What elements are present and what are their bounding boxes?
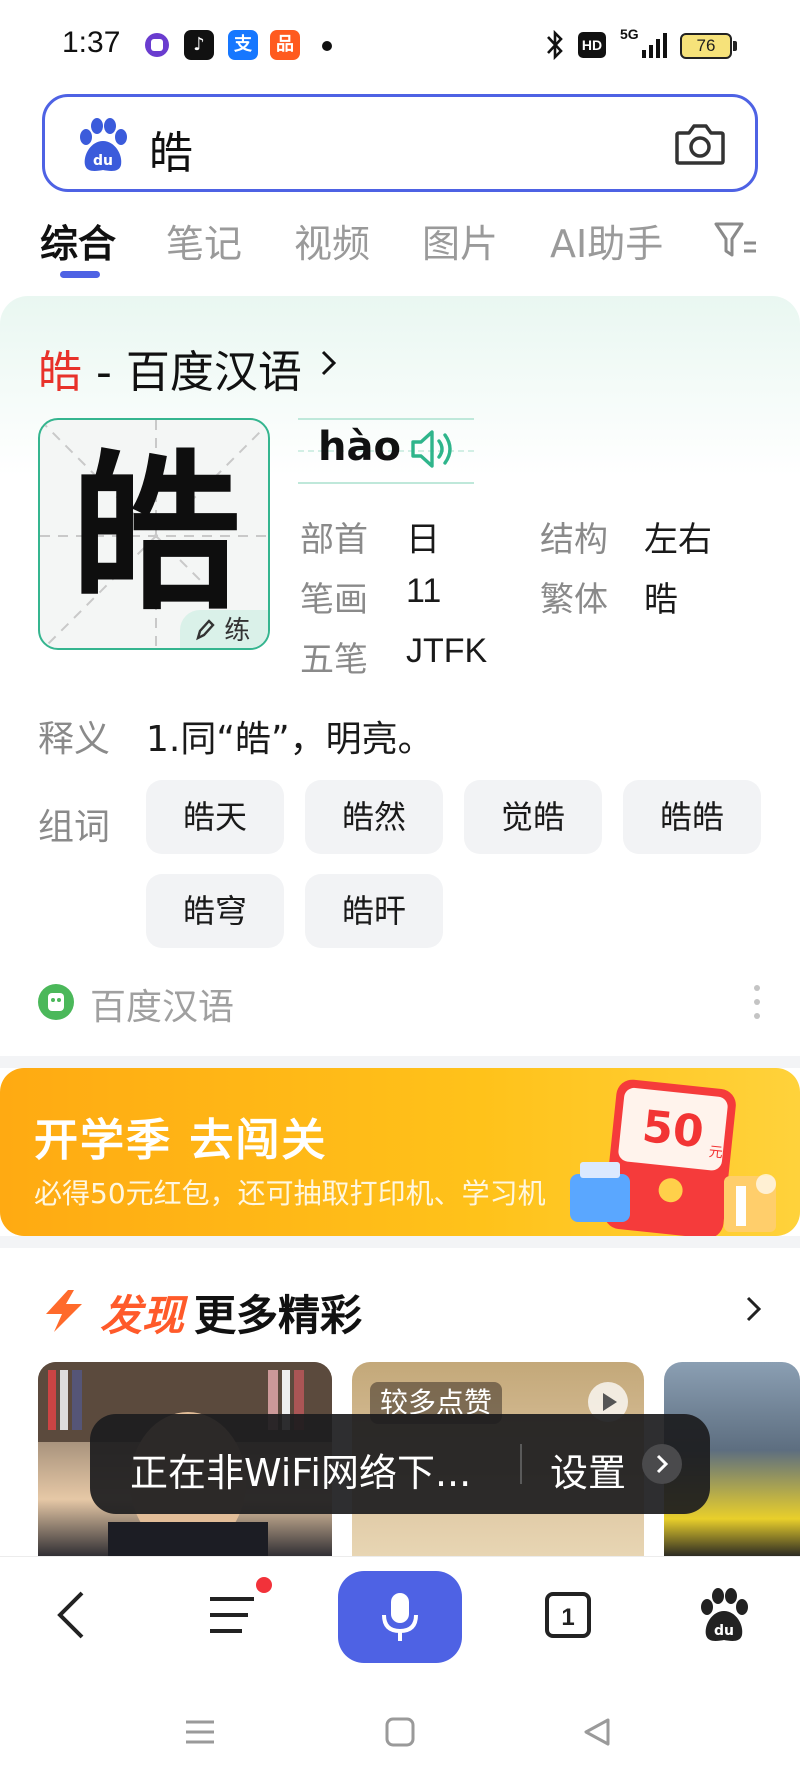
tab-video[interactable]: 视频 [294, 213, 370, 268]
character-writing-box[interactable]: 皓 练 [38, 418, 270, 650]
alipay-icon: 支 [228, 30, 258, 60]
chevron-right-icon[interactable] [744, 1292, 764, 1326]
strokes-value: 11 [406, 572, 442, 610]
meaning-label: 释义 [38, 719, 111, 760]
traditional-label: 繁体 [540, 580, 608, 620]
status-time: 1:37 [62, 26, 121, 59]
filter-icon[interactable] [712, 219, 760, 261]
section-divider [0, 1236, 800, 1248]
tabs-count-icon[interactable]: 1 [538, 1585, 598, 1645]
tab-images[interactable]: 图片 [422, 213, 498, 268]
dictionary-title[interactable]: 皓 - 百度汉语 [38, 336, 302, 400]
hd-badge: HD [578, 32, 606, 58]
battery-tip [733, 41, 737, 51]
lightning-bolt-icon [38, 1288, 88, 1334]
home-icon[interactable] [380, 1712, 420, 1752]
promo-title: 开学季 去闯关 [34, 1115, 328, 1166]
words-label: 组词 [38, 807, 111, 848]
radical-label: 部首 [300, 520, 368, 560]
traditional-value: 晧 [644, 580, 678, 620]
back-icon[interactable] [44, 1585, 104, 1645]
bluetooth-icon [544, 28, 566, 67]
word-chip[interactable]: 皓然 [305, 780, 443, 854]
structure-value: 左右 [644, 520, 712, 560]
recent-apps-icon[interactable] [180, 1712, 220, 1752]
pencil-icon [196, 619, 215, 641]
tab-all[interactable]: 综合 [40, 213, 116, 268]
word-chip[interactable]: 皓穹 [146, 874, 284, 948]
radical-value: 日 [406, 520, 440, 560]
more-vertical-icon[interactable] [752, 980, 762, 1024]
tab-count: 1 [561, 1604, 574, 1631]
search-tabs: 综合 笔记 视频 图片 AI助手 [0, 205, 800, 285]
bottom-toolbar: 1 du [0, 1556, 800, 1676]
meaning-text: 1.同“皓”，明亮。 [146, 719, 434, 760]
baidu-paw-logo-icon: du [73, 115, 133, 175]
baidu-hanyu-logo-icon [38, 984, 74, 1020]
baidu-home-icon[interactable]: du [694, 1585, 754, 1645]
toast-separator [520, 1444, 522, 1484]
network-toast: 正在非WiFi网络下... 设置 [90, 1414, 710, 1514]
voice-search-button[interactable] [338, 1571, 462, 1663]
toast-message: 正在非WiFi网络下... [130, 1451, 472, 1495]
dictionary-title-source: - 百度汉语 [82, 347, 302, 398]
svg-text:du: du [714, 1623, 734, 1639]
large-character: 皓 [70, 434, 241, 634]
svg-text:du: du [93, 153, 113, 169]
chevron-right-icon[interactable] [642, 1444, 682, 1484]
red-envelope-illustration: 50 元 [570, 1079, 776, 1236]
notification-dot [322, 41, 332, 51]
taobao-icon: 品 [270, 30, 300, 60]
envelope-amount: 50 [640, 1101, 706, 1158]
strokes-label: 笔画 [300, 580, 368, 620]
word-chip[interactable]: 皓天 [146, 780, 284, 854]
practice-label: 练 [224, 616, 251, 646]
tiktok-icon: ♪ [184, 30, 214, 60]
promo-banner[interactable]: 开学季 去闯关 必得50元红包，还可抽取打印机、学习机 50 元 [0, 1068, 800, 1236]
search-query[interactable]: 皓 [149, 117, 193, 181]
signal-icon [640, 30, 670, 65]
chevron-right-icon[interactable] [318, 346, 340, 380]
notification-dot [256, 1577, 272, 1593]
source-row[interactable]: 百度汉语 [38, 978, 778, 1028]
wubi-label: 五笔 [300, 640, 368, 680]
speaker-icon[interactable] [408, 424, 458, 474]
system-back-icon[interactable] [578, 1712, 618, 1752]
dictionary-card: 皓 - 百度汉语 皓 练 hào 部首 日 结构 左右 笔画 11 繁体 晧 五… [0, 296, 800, 1056]
pinyin: hào [318, 424, 401, 470]
battery-indicator: 76 [680, 33, 732, 59]
dictionary-title-char: 皓 [38, 347, 82, 398]
discover-header[interactable]: 发现 更多精彩 [38, 1280, 768, 1340]
purple-circle-app-icon [142, 30, 172, 60]
status-bar: 1:37 ♪ 支 品 HD 5G 76 [0, 0, 800, 92]
system-navigation-bar [0, 1676, 800, 1787]
camera-icon[interactable] [673, 119, 727, 169]
tab-ai-assistant[interactable]: AI助手 [550, 213, 663, 268]
practice-button[interactable]: 练 [180, 610, 268, 648]
microphone-icon [382, 1593, 418, 1641]
structure-label: 结构 [540, 520, 608, 560]
word-chip[interactable]: 皓旰 [305, 874, 443, 948]
menu-icon[interactable] [202, 1585, 262, 1645]
network-label: 5G [620, 26, 639, 42]
promo-subtitle: 必得50元红包，还可抽取打印机、学习机 [34, 1177, 546, 1210]
source-name: 百度汉语 [90, 987, 235, 1028]
word-chip[interactable]: 皓皓 [623, 780, 761, 854]
active-tab-indicator [60, 271, 100, 278]
discover-more-label: 更多精彩 [194, 1291, 363, 1340]
tab-notes[interactable]: 笔记 [166, 213, 242, 268]
section-divider [0, 1056, 800, 1068]
discover-label: 发现 [100, 1291, 185, 1340]
toast-settings-button[interactable]: 设置 [550, 1442, 626, 1497]
envelope-unit: 元 [708, 1144, 724, 1161]
word-chip[interactable]: 觉皓 [464, 780, 602, 854]
search-box[interactable]: du 皓 [42, 94, 758, 192]
wubi-value: JTFK [406, 632, 488, 670]
